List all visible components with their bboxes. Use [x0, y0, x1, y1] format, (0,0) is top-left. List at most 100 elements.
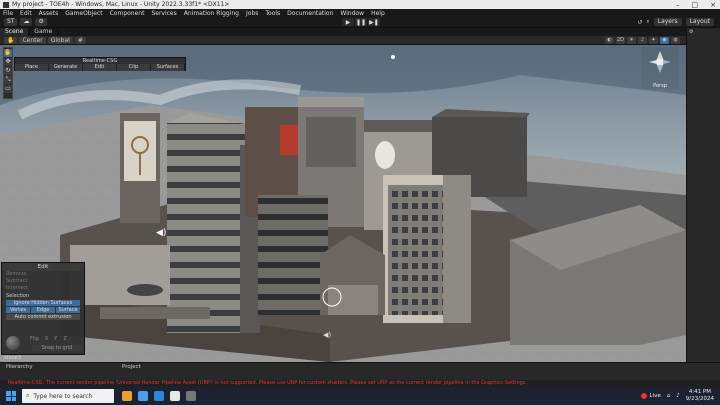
live-indicator[interactable]: Live: [640, 393, 661, 399]
menu-help[interactable]: Help: [371, 10, 385, 17]
unity-hub-icon[interactable]: [170, 391, 180, 401]
play-button[interactable]: ▶: [342, 18, 354, 26]
menu-component[interactable]: Component: [110, 10, 145, 17]
layers-dropdown[interactable]: Layers: [653, 18, 682, 26]
unity-icon[interactable]: [186, 391, 196, 401]
menu-file[interactable]: File: [3, 10, 13, 17]
gizmo-persp-label[interactable]: Persp: [641, 83, 679, 89]
window-title: My project - TOE4h - Windows, Mac, Linux…: [12, 1, 230, 8]
account-button[interactable]: ST: [4, 18, 18, 26]
grid-icon[interactable]: #: [74, 37, 86, 44]
ignore-hidden-button[interactable]: Ignore Hidden Surfaces: [6, 300, 80, 306]
unity-logo-icon: [3, 1, 9, 8]
rect-tool-icon[interactable]: ▭: [4, 85, 12, 93]
title-bar: My project - TOE4h - Windows, Mac, Linux…: [0, 0, 720, 9]
console-error[interactable]: Realtime-CSG: The current render pipelin…: [0, 380, 720, 387]
scene-toolbar: ✋ Center Global # ◐ 2D ☀ ♪ ✦ ◉ ◍: [0, 36, 686, 45]
menu-assets[interactable]: Assets: [39, 10, 59, 17]
edit-panel: Edit Remove Subtract Intersect Selection…: [1, 262, 85, 355]
search-icon: ⌕: [26, 392, 30, 399]
move-tool-icon[interactable]: ✥: [4, 58, 12, 66]
menu-tools[interactable]: Tools: [265, 10, 280, 17]
snap-to-grid-button[interactable]: Snap to grid: [32, 345, 82, 351]
flip-x-button[interactable]: X: [45, 336, 48, 342]
fx-icon[interactable]: ✦: [649, 37, 658, 44]
menu-window[interactable]: Window: [340, 10, 364, 17]
explorer-icon[interactable]: [122, 391, 132, 401]
system-tray: Live ⌂ ♪ 4:41 PM 9/23/2024: [640, 389, 714, 403]
menu-animation-rigging[interactable]: Animation Rigging: [184, 10, 239, 17]
flip-z-button[interactable]: Z: [63, 336, 66, 342]
menu-edit[interactable]: Edit: [20, 10, 32, 17]
csg-mode-generate[interactable]: Generate: [49, 64, 83, 71]
audio-icon[interactable]: ♪: [638, 37, 647, 44]
gizmos-icon[interactable]: ◍: [671, 37, 680, 44]
tab-project[interactable]: Project: [122, 364, 141, 370]
inspector-tab-icon[interactable]: ⚙: [687, 28, 720, 36]
rotate-tool-icon[interactable]: ↻: [4, 67, 12, 75]
surface-mode-button[interactable]: Surface: [56, 307, 80, 313]
light-icon[interactable]: ☀: [627, 37, 636, 44]
tab-scene[interactable]: Scene: [0, 28, 30, 36]
scale-tool-icon[interactable]: ⤡: [4, 76, 12, 84]
view-tool-icon[interactable]: ✋: [4, 49, 12, 57]
intersect-option[interactable]: Intersect: [2, 285, 84, 292]
step-button[interactable]: ▶❚: [368, 18, 380, 26]
menu-jobs[interactable]: Jobs: [246, 10, 258, 17]
edit-panel-title: Edit: [2, 263, 84, 271]
menu-documentation[interactable]: Documentation: [287, 10, 333, 17]
space-dropdown[interactable]: Global: [47, 37, 73, 44]
auto-commit-button[interactable]: Auto commit extrusion: [6, 314, 80, 320]
scene-viewport[interactable]: ◀) ◀) Persp: [0, 45, 686, 362]
window-controls: – □ ×: [676, 0, 716, 9]
subtract-option[interactable]: Subtract: [2, 278, 84, 285]
close-icon[interactable]: ×: [710, 1, 716, 9]
flip-label: Flip: [30, 336, 39, 342]
selection-heading: Selection: [6, 293, 30, 299]
csg-mode-clip[interactable]: Clip: [117, 64, 151, 71]
pivot-dropdown[interactable]: Center: [19, 37, 46, 44]
menu-services[interactable]: Services: [151, 10, 176, 17]
inspector-panel[interactable]: ⚙: [686, 28, 720, 362]
tab-hierarchy[interactable]: Hierarchy: [6, 364, 33, 370]
history-icon[interactable]: ↺: [637, 19, 642, 26]
realtime-csg-panel: Realtime-CSG Place Generate Edit Clip Su…: [14, 57, 186, 71]
live-label: Live: [649, 393, 661, 399]
2d-toggle[interactable]: 2D: [616, 37, 625, 44]
clock[interactable]: 4:41 PM 9/23/2024: [686, 389, 714, 403]
volume-icon[interactable]: ♪: [676, 393, 680, 399]
cloud-icon[interactable]: ☁: [20, 18, 33, 26]
view-tabs: Scene Game: [0, 28, 686, 36]
remove-option[interactable]: Remove: [2, 271, 84, 278]
windows-taskbar: ⌕ Type here to search Live ⌂ ♪ 4:41 PM 9…: [0, 387, 720, 405]
collab-icon[interactable]: ⚙: [35, 18, 47, 26]
menu-bar: File Edit Assets GameObject Component Se…: [0, 9, 720, 17]
minimize-icon[interactable]: –: [676, 1, 680, 9]
search-icon[interactable]: ⌕: [646, 18, 649, 26]
camera-icon[interactable]: ◉: [660, 37, 669, 44]
tab-game[interactable]: Game: [29, 28, 59, 36]
main-toolbar: ST ☁ ⚙ ▶ ❚❚ ▶❚ ↺ ⌕ Layers Layout: [0, 17, 720, 28]
start-icon[interactable]: [6, 391, 16, 401]
city-scene-render: ◀) ◀): [0, 45, 686, 362]
taskbar-search-placeholder: Type here to search: [33, 392, 93, 400]
edge-mode-button[interactable]: Edge: [31, 307, 55, 313]
globe-icon[interactable]: ◐: [605, 37, 614, 44]
vertex-mode-button[interactable]: Vertex: [6, 307, 30, 313]
hand-tool-icon[interactable]: ✋: [4, 37, 18, 44]
csg-mode-surfaces[interactable]: Surfaces: [151, 64, 185, 71]
csg-mode-place[interactable]: Place: [15, 64, 49, 71]
orientation-gizmo[interactable]: Persp: [641, 47, 679, 89]
csg-mode-edit[interactable]: Edit: [83, 64, 117, 71]
bottom-panel: Hierarchy Project: [0, 362, 720, 380]
edge-icon[interactable]: [138, 391, 148, 401]
flip-y-button[interactable]: Y: [54, 336, 57, 342]
taskbar-search[interactable]: ⌕ Type here to search: [22, 389, 114, 403]
network-icon[interactable]: ⌂: [667, 393, 671, 399]
layout-dropdown[interactable]: Layout: [685, 18, 714, 26]
menu-gameobject[interactable]: GameObject: [65, 10, 102, 17]
mail-icon[interactable]: [154, 391, 164, 401]
clock-date: 9/23/2024: [685, 396, 714, 402]
pause-button[interactable]: ❚❚: [355, 18, 367, 26]
maximize-icon[interactable]: □: [692, 1, 699, 9]
